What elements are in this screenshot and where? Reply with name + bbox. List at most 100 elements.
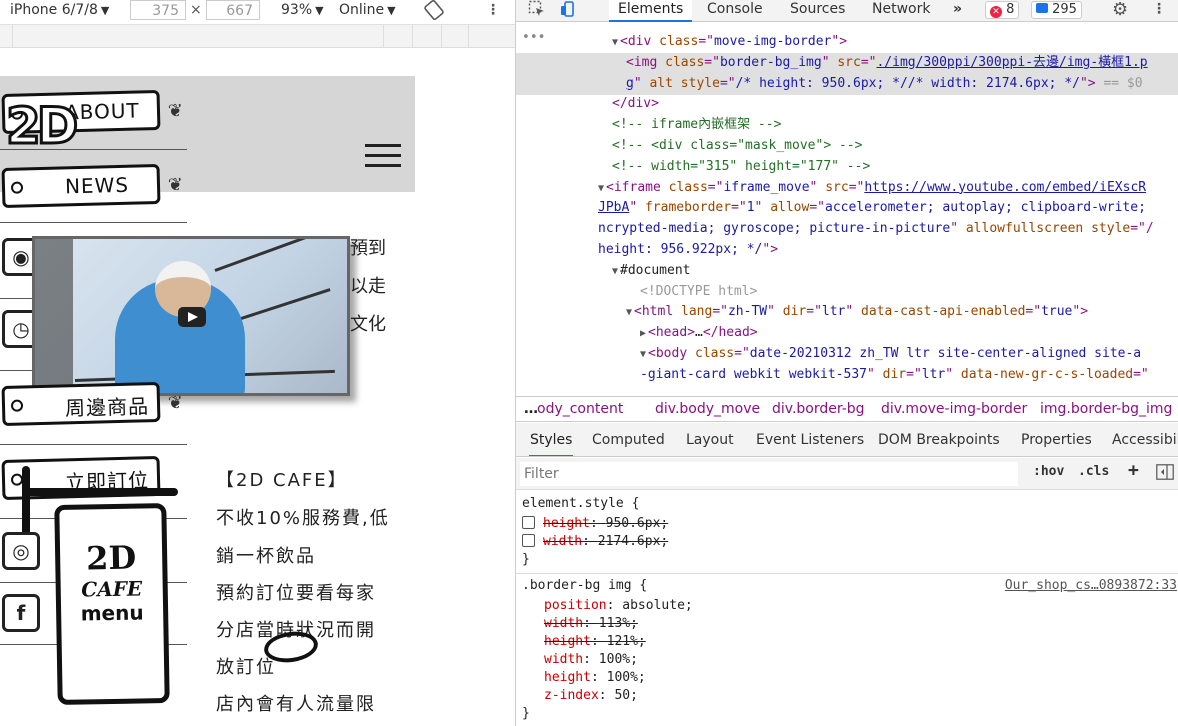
- message-count-badge[interactable]: 295: [1031, 1, 1082, 19]
- styles-filter-input[interactable]: [520, 462, 1018, 486]
- breadcrumb-overflow[interactable]: …: [524, 397, 538, 421]
- collapse-triangle-icon[interactable]: ▼: [626, 307, 632, 318]
- collapse-triangle-icon[interactable]: ▼: [598, 183, 604, 194]
- hamburger-menu-icon[interactable]: [365, 144, 401, 170]
- dom-tree-node[interactable]: <!-- width="315" height="177" -->: [516, 157, 1178, 178]
- gear-icon[interactable]: ⚙: [1112, 0, 1128, 22]
- youtube-video-embed[interactable]: [32, 236, 350, 396]
- width-input[interactable]: 375: [130, 0, 186, 20]
- style-property[interactable]: width: 2174.6px;: [522, 533, 668, 551]
- nav-item-news[interactable]: NEWS ❦: [1, 163, 183, 209]
- dom-tree-node[interactable]: <!-- <div class="mask_move"> -->: [516, 136, 1178, 157]
- network-select[interactable]: Online ▼: [339, 0, 396, 20]
- dom-tree-node[interactable]: g" alt style="/* height: 950.6px; *//* w…: [516, 73, 1178, 95]
- dom-tree-node[interactable]: JPbA" frameborder="1" allow="acceleromet…: [516, 198, 1178, 219]
- dom-node-markup: <!-- width="315" height="177" -->: [612, 158, 871, 174]
- dom-tree-node[interactable]: </div>: [516, 94, 1178, 115]
- dom-tree-node[interactable]: <img class="border-bg_img" src="./img/30…: [516, 52, 1178, 74]
- more-tabs-icon[interactable]: »: [953, 0, 962, 22]
- breadcrumb-item[interactable]: div.move-img-border: [881, 397, 1027, 421]
- rule-source-link[interactable]: Our_shop_cs…0893872:33: [1005, 577, 1177, 595]
- dom-tree-node[interactable]: <!-- iframe內嵌框架 -->: [516, 115, 1178, 136]
- style-property[interactable]: width: 100%;: [544, 651, 638, 669]
- add-rule-button[interactable]: +: [1128, 460, 1139, 481]
- styles-pane: element.style { height: 950.6px; width: …: [516, 491, 1178, 726]
- property-value: absolute;: [622, 598, 693, 613]
- property-name: width: [544, 652, 584, 667]
- property-value: 50;: [614, 688, 638, 703]
- style-property[interactable]: height: 100%;: [544, 669, 646, 687]
- zoom-select[interactable]: 93% ▼: [281, 0, 324, 20]
- ruler-tick: [383, 25, 384, 47]
- subtab-dom-breakpoints[interactable]: DOM Breakpoints: [878, 423, 1000, 456]
- dom-tree-node[interactable]: ▼ <iframe class="iframe_move" src="https:…: [516, 178, 1178, 199]
- message-icon: [1036, 3, 1048, 13]
- expand-triangle-icon[interactable]: ▶: [640, 328, 646, 339]
- subtab-properties[interactable]: Properties: [1021, 423, 1092, 456]
- device-select[interactable]: iPhone 6/7/8 ▼: [10, 0, 109, 20]
- more-options-icon[interactable]: ⋮: [486, 0, 500, 20]
- property-checkbox[interactable]: [522, 516, 535, 529]
- dom-tree-node[interactable]: <!DOCTYPE html>: [516, 282, 1178, 303]
- ellipsis-icon[interactable]: •••: [522, 30, 545, 45]
- play-icon[interactable]: [178, 307, 206, 327]
- subtab-computed[interactable]: Computed: [592, 423, 665, 456]
- dom-tree-node[interactable]: -giant-card webkit webkit-537" dir="ltr"…: [516, 365, 1178, 386]
- elements-dom-tree[interactable]: ▼ <div class="move-img-border"> <img class…: [516, 22, 1178, 396]
- rotate-icon[interactable]: [424, 0, 444, 20]
- sidebar-toggle-icon[interactable]: [1156, 464, 1174, 484]
- dom-tree-node[interactable]: height: 956.922px; */">: [516, 240, 1178, 261]
- dom-tree-node[interactable]: ▼ <body class="date-20210312 zh_TW ltr si…: [516, 344, 1178, 365]
- style-property[interactable]: width: 113%;: [544, 615, 638, 633]
- breadcrumb-item[interactable]: ody_content: [537, 397, 623, 421]
- collapse-triangle-icon[interactable]: ▼: [612, 266, 618, 277]
- dom-tree-node[interactable]: ▼ <html lang="zh-TW" dir="ltr" data-cast-…: [516, 302, 1178, 323]
- property-name: height: [543, 516, 590, 531]
- leaf-icon: ❦: [167, 100, 184, 122]
- class-toggle[interactable]: .cls: [1078, 464, 1109, 479]
- tab-console[interactable]: Console: [707, 0, 763, 22]
- tab-sources[interactable]: Sources: [790, 0, 845, 22]
- device-emulation-pane: iPhone 6/7/8 ▼ 375 × 667 93% ▼ Online ▼ ⋮: [0, 0, 515, 726]
- style-property[interactable]: position: absolute;: [544, 597, 693, 615]
- inspect-element-icon[interactable]: [528, 0, 546, 22]
- subtab-accessibili[interactable]: Accessibili: [1112, 423, 1178, 456]
- error-count-badge[interactable]: ✕ 8: [985, 1, 1020, 19]
- more-options-icon[interactable]: ⋮: [1152, 0, 1166, 22]
- dom-tree-node[interactable]: ncrypted-media; gyroscope; picture-in-pi…: [516, 219, 1178, 240]
- device-toolbar: iPhone 6/7/8 ▼ 375 × 667 93% ▼ Online ▼ ⋮: [0, 0, 515, 22]
- style-property[interactable]: z-index: 50;: [544, 687, 638, 705]
- tab-network[interactable]: Network: [872, 0, 930, 22]
- body-text-line: 預約訂位要看每家: [216, 583, 376, 604]
- dom-node-markup: <!-- iframe內嵌框架 -->: [612, 117, 782, 133]
- height-input[interactable]: 667: [206, 0, 260, 20]
- collapse-triangle-icon[interactable]: ▼: [612, 37, 618, 48]
- subtab-styles[interactable]: Styles: [529, 423, 574, 456]
- property-value: 100%;: [606, 670, 646, 685]
- dom-tree-node[interactable]: ▶ <head>…</head>: [516, 323, 1178, 344]
- property-name: z-index: [544, 688, 599, 703]
- style-property[interactable]: height: 950.6px;: [522, 515, 668, 533]
- dom-node-markup: <body class="date-20210312 zh_TW ltr sit…: [648, 346, 1142, 361]
- device-name: iPhone 6/7/8: [10, 2, 98, 18]
- facebook-icon[interactable]: f: [2, 594, 40, 632]
- breadcrumb-item[interactable]: div.border-bg: [772, 397, 865, 421]
- nav-item-merch[interactable]: 周邊商品 ❦: [1, 381, 183, 427]
- subtab-event-listeners[interactable]: Event Listeners: [756, 423, 864, 456]
- hover-state-toggle[interactable]: :hov: [1033, 464, 1064, 479]
- page-viewport: ABOUT ❦ 2D NEWS ❦ ◉ ◷ 預到 以走 文化 周邊商品 ❦ 立即…: [0, 48, 415, 726]
- property-checkbox[interactable]: [522, 534, 535, 547]
- breadcrumb-item[interactable]: div.body_move: [655, 397, 760, 421]
- dom-node-markup: height: 956.922px; */">: [598, 242, 779, 257]
- dom-node-markup: <head>…</head>: [648, 325, 758, 341]
- instagram-icon[interactable]: ◎: [2, 532, 40, 570]
- tab-elements[interactable]: Elements: [609, 0, 693, 22]
- style-property[interactable]: height: 121%;: [544, 633, 646, 651]
- collapse-triangle-icon[interactable]: ▼: [640, 349, 646, 360]
- dom-tree-node[interactable]: ▼ #document: [516, 261, 1178, 282]
- device-toggle-icon[interactable]: [560, 0, 578, 22]
- cafe-menu-sign[interactable]: 2D CAFE menu: [54, 503, 170, 705]
- dom-tree-node[interactable]: ▼ <div class="move-img-border">: [516, 32, 1178, 53]
- breadcrumb-item[interactable]: img.border-bg_img: [1040, 397, 1172, 421]
- subtab-layout[interactable]: Layout: [686, 423, 734, 456]
